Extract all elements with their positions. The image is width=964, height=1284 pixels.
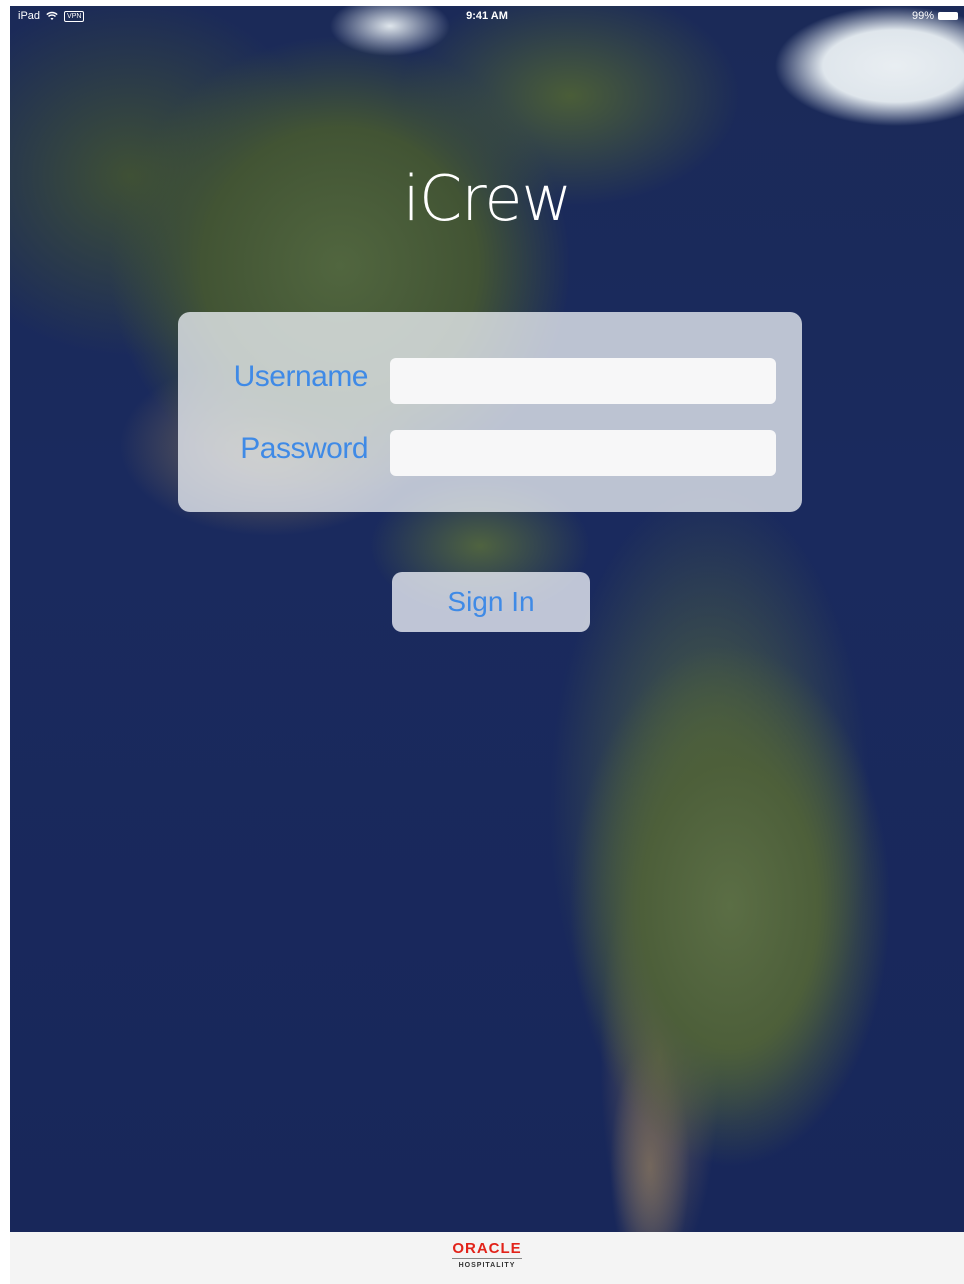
status-right: 99% [912,6,958,26]
app-title: iCrew [402,162,573,235]
battery-icon [938,12,958,20]
username-field[interactable] [390,358,776,404]
oracle-brand: ORACLE [452,1240,522,1259]
username-label: Username [233,360,369,393]
login-panel: Username Password [178,312,802,512]
oracle-hospitality-logo: ORACLE HOSPITALITY [10,1240,964,1269]
password-field[interactable] [390,430,776,476]
footer: ORACLE HOSPITALITY [10,1232,964,1284]
oracle-division: HOSPITALITY [458,1262,516,1269]
status-time: 9:41 AM [466,10,508,22]
battery-percent: 99% [911,10,934,22]
status-bar: iPad VPN 9:41 AM 99% [10,6,964,26]
sign-in-button[interactable]: Sign In [392,572,590,632]
map-background: iPad VPN 9:41 AM 99% iCrew Username Pass… [10,6,964,1232]
password-label: Password [240,432,368,465]
